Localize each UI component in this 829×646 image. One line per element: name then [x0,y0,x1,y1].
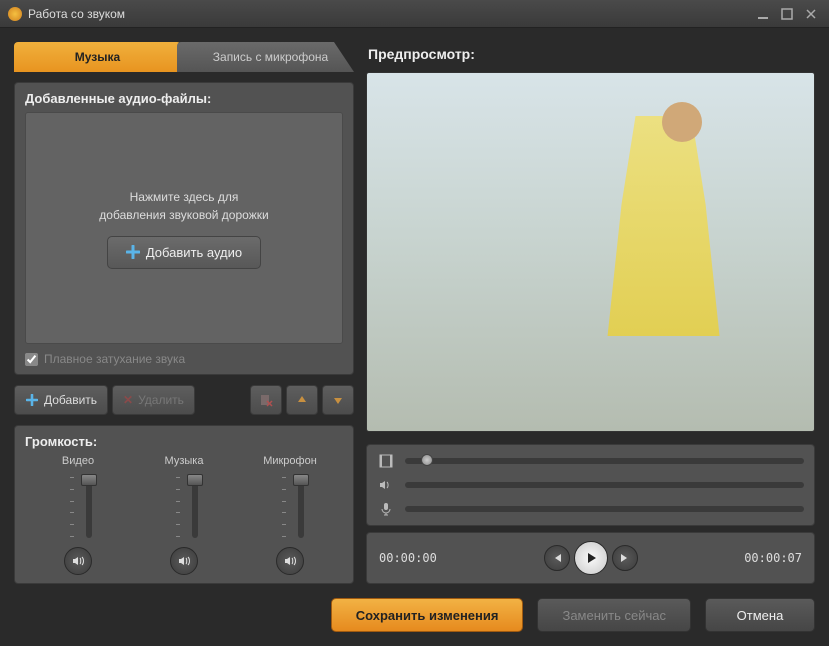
prev-icon [551,552,563,564]
close-icon [805,8,817,20]
volume-video-label: Видео [62,455,94,467]
plus-icon [126,245,140,259]
tab-music[interactable]: Музыка [14,42,181,72]
delete-button[interactable]: ✕ Удалить [112,385,195,415]
time-total: 00:00:07 [744,551,802,565]
replace-button[interactable]: Заменить сейчас [537,598,691,632]
add-label: Добавить [44,393,97,407]
mute-mic-button[interactable] [276,547,304,575]
minimize-button[interactable] [753,6,773,22]
audio-files-title: Добавленные аудио-файлы: [25,91,343,106]
audio-files-panel: Добавленные аудио-файлы: Нажмите здесь д… [14,82,354,375]
add-button[interactable]: Добавить [14,385,108,415]
plus-icon [25,393,39,407]
fade-checkbox[interactable] [25,353,38,366]
close-button[interactable] [801,6,821,22]
cancel-button[interactable]: Отмена [705,598,815,632]
audio-toolbar: Добавить ✕ Удалить [14,385,354,415]
volume-video-slider[interactable] [64,473,92,541]
volume-mic-slider[interactable] [276,473,304,541]
volume-panel: Громкость: Видео Музыка [14,425,354,584]
playback-controls-panel: 00:00:00 00:00:07 [366,532,815,584]
volume-video-column: Видео [38,455,118,575]
next-button[interactable] [612,545,638,571]
preview-area [366,72,815,432]
film-icon [377,453,395,469]
x-icon: ✕ [123,393,133,407]
arrow-down-icon [332,394,344,406]
maximize-icon [781,8,793,20]
speaker-icon [71,554,85,568]
dropzone-hint: Нажмите здесь для добавления звуковой до… [99,188,268,224]
fade-label: Плавное затухание звука [44,352,185,366]
next-icon [619,552,631,564]
delete-label: Удалить [138,393,184,407]
preview-title: Предпросмотр: [366,42,815,66]
preview-image [367,73,814,431]
mute-video-button[interactable] [64,547,92,575]
add-audio-button[interactable]: Добавить аудио [107,236,261,269]
save-button[interactable]: Сохранить изменения [331,598,524,632]
fade-checkbox-row[interactable]: Плавное затухание звука [25,352,343,366]
app-icon [8,7,22,21]
add-audio-label: Добавить аудио [146,245,242,260]
dropzone-hint-l2: добавления звуковой дорожки [99,206,268,224]
time-current: 00:00:00 [379,551,437,565]
volume-title: Громкость: [25,434,343,449]
speaker-icon [377,477,395,493]
volume-music-slider[interactable] [170,473,198,541]
microphone-icon [377,501,395,517]
audio-position-slider[interactable] [405,482,804,488]
video-position-slider[interactable] [405,458,804,464]
track-sliders-panel [366,444,815,526]
dropzone-hint-l1: Нажмите здесь для [99,188,268,206]
play-button[interactable] [574,541,608,575]
tab-record[interactable]: Запись с микрофона [177,42,354,72]
speaker-icon [283,554,297,568]
move-down-button[interactable] [322,385,354,415]
volume-mic-label: Микрофон [263,455,317,467]
audio-dropzone[interactable]: Нажмите здесь для добавления звуковой до… [25,112,343,344]
maximize-button[interactable] [777,6,797,22]
prev-button[interactable] [544,545,570,571]
audio-track-row [377,477,804,493]
mic-track-row [377,501,804,517]
window-title: Работа со звуком [28,7,749,21]
mic-position-slider[interactable] [405,506,804,512]
volume-music-label: Музыка [165,455,204,467]
mute-music-button[interactable] [170,547,198,575]
titlebar: Работа со звуком [0,0,829,28]
arrow-up-icon [296,394,308,406]
speaker-icon [177,554,191,568]
play-icon [584,551,598,565]
bottom-buttons: Сохранить изменения Заменить сейчас Отме… [14,596,815,632]
tabs: Музыка Запись с микрофона [14,42,354,72]
minimize-icon [757,8,769,20]
remove-from-list-button[interactable] [250,385,282,415]
volume-mic-column: Микрофон [250,455,330,575]
volume-music-column: Музыка [144,455,224,575]
video-track-row [377,453,804,469]
move-up-button[interactable] [286,385,318,415]
remove-icon [259,393,273,407]
